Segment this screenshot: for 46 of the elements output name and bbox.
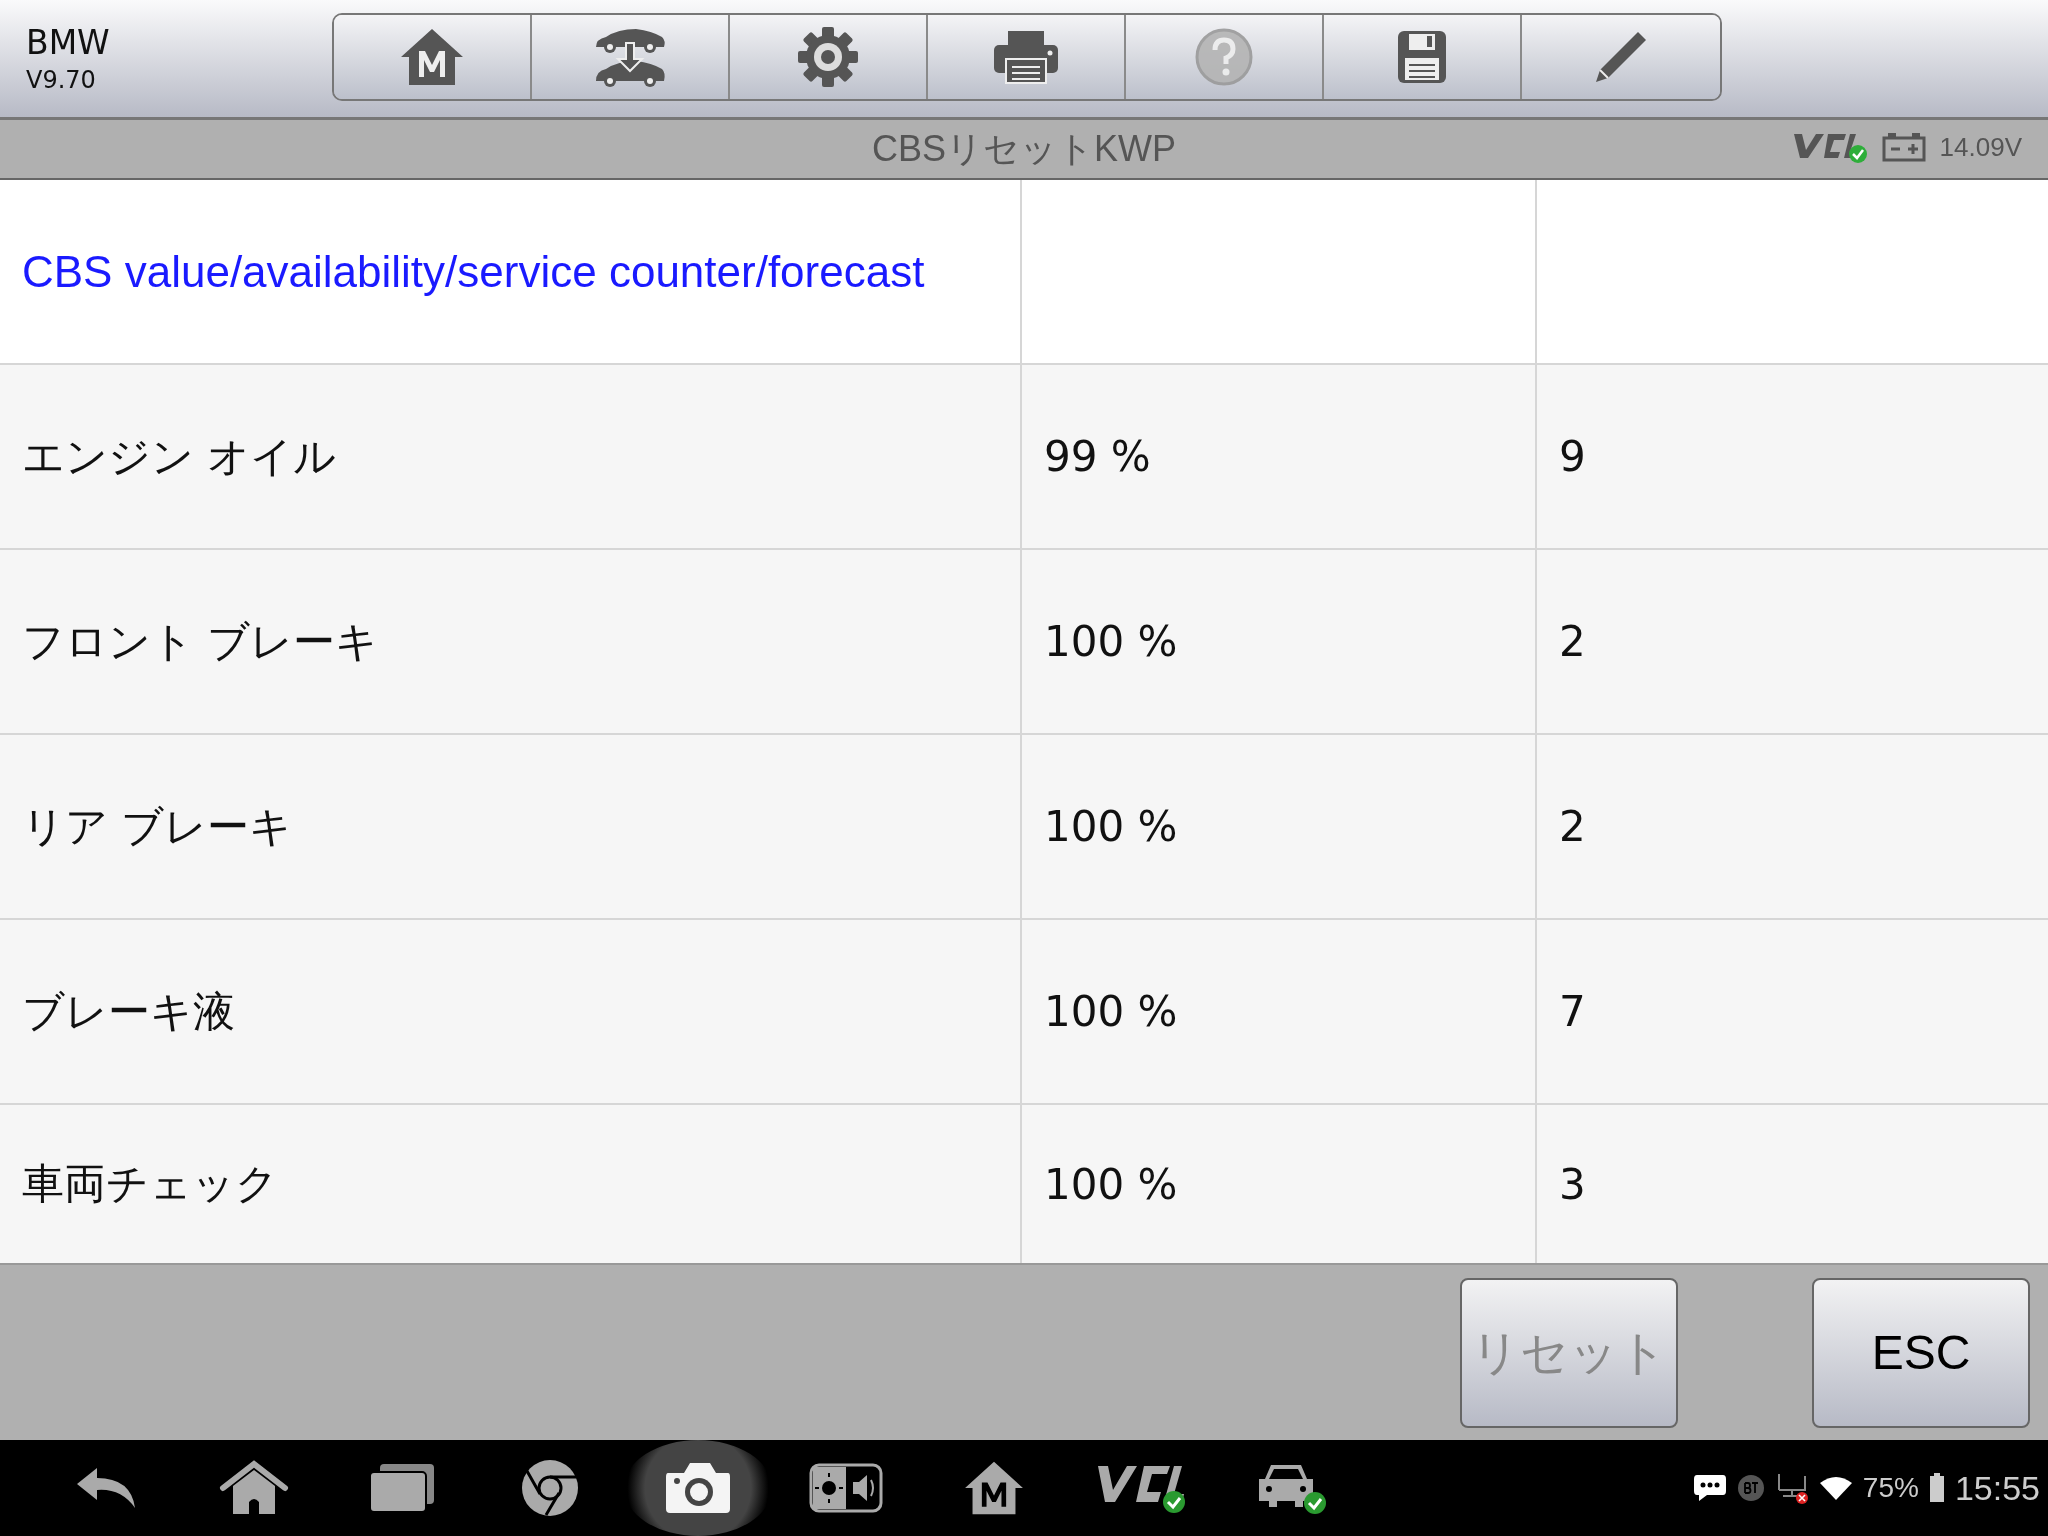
table-cell: 7 [1559, 987, 1586, 1036]
message-icon [1692, 1473, 1727, 1503]
table-cell: 100 % [1044, 802, 1178, 851]
table-cell: 100 % [1044, 1159, 1178, 1209]
print-tool-button[interactable] [928, 14, 1126, 99]
table-cell-text: フロント ブレーキ [22, 615, 379, 668]
software-version: V9.70 [26, 66, 97, 94]
brightness-volume-icon [809, 1463, 883, 1513]
table-heading: CBS value/availability/service counter/forecast [22, 246, 925, 297]
table-cell: 2 [1559, 802, 1586, 851]
table-cell-text: リア ブレーキ [22, 800, 293, 853]
table-cell: 100 % [1044, 987, 1178, 1036]
home-tool-button[interactable] [334, 14, 532, 99]
save-tool-button[interactable] [1324, 14, 1522, 99]
battery-voltage: 14.09V [1939, 131, 2022, 163]
edit-tool-button[interactable] [1522, 14, 1720, 99]
bluetooth-icon [1736, 1474, 1765, 1502]
battery-icon [1881, 132, 1926, 162]
settings-icon [797, 25, 859, 88]
camera-icon [664, 1461, 732, 1515]
printer-icon [992, 28, 1060, 85]
clock: 15:55 [1954, 1468, 2040, 1508]
table-cell: 9 [1559, 432, 1586, 481]
browser-icon [521, 1459, 579, 1517]
table-cell: 2 [1559, 617, 1586, 666]
pencil-icon [1594, 29, 1648, 84]
save-icon [1397, 29, 1447, 84]
vehicle-swap-tool-button[interactable] [532, 14, 730, 99]
back-icon [75, 1466, 137, 1510]
action-button[interactable]: ESC [1812, 1277, 2030, 1428]
table-cell-text: ブレーキ液 [22, 985, 235, 1038]
table-cell: 100 % [1044, 617, 1178, 666]
home-icon [219, 1460, 289, 1516]
battery-percentage: 75% [1862, 1472, 1919, 1504]
table-cell-text: 車両チェック [22, 1158, 278, 1210]
windows-icon [368, 1462, 436, 1514]
battery-icon [1928, 1473, 1945, 1503]
table-cell: 3 [1559, 1159, 1586, 1209]
house-icon [399, 26, 465, 87]
help-icon [1195, 27, 1253, 86]
table-cell: 99 % [1044, 432, 1151, 481]
settings-tool-button[interactable] [730, 14, 928, 99]
wifi-icon [1818, 1475, 1853, 1501]
screen-title: CBSリセットKWP [872, 126, 1176, 171]
vehicle-make: BMW [26, 23, 111, 62]
table-cell-text: エンジン オイル [22, 430, 337, 483]
